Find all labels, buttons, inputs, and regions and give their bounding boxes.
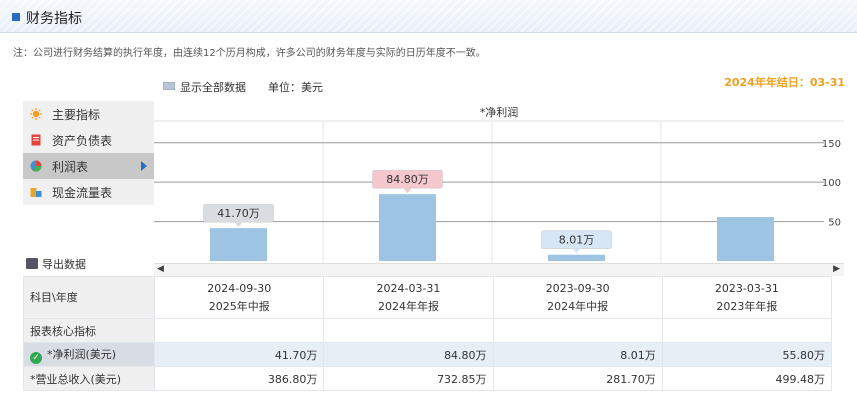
scroll-right-icon[interactable]: ▶ — [833, 264, 840, 274]
column-header: 2024-03-31 2024年年报 — [323, 276, 494, 319]
table-cell: 732.85万 — [323, 366, 494, 391]
page-title: 财务指标 — [26, 11, 82, 27]
scroll-left-icon[interactable]: ◀ — [157, 264, 164, 274]
y-tick-label: 100 — [822, 178, 841, 189]
table-cell: 8.01万 — [492, 342, 663, 367]
row-label[interactable]: ✓ *净利润(美元) — [22, 342, 156, 367]
chart-bar — [548, 254, 605, 261]
y-tick-label: 50 — [828, 218, 841, 229]
show-all-label[interactable]: 显示全部数据 — [180, 79, 246, 95]
sidebar-item-income-statement[interactable]: 利润表 — [23, 153, 154, 179]
title-bar: 财务指标 — [0, 0, 857, 33]
table-row[interactable]: ✓ *净利润(美元) 41.70万 84.80万 8.01万 55.80万 — [22, 342, 833, 367]
chart-title: *净利润 — [480, 105, 519, 119]
export-data-button[interactable]: 导出数据 — [26, 256, 86, 272]
section-label: 报表核心指标 — [22, 318, 156, 343]
export-icon — [26, 258, 38, 269]
title-marker-icon — [12, 13, 20, 21]
data-label: 41.70万 — [217, 207, 260, 220]
coins-icon — [30, 188, 42, 197]
chart-svg: *净利润 50 100 150 41.70万 84.80万 8.01万 — [154, 101, 844, 263]
statement-sidebar: 主要指标 资产负债表 利润表 现金流量表 — [23, 101, 154, 205]
table-cell: 41.70万 — [154, 342, 325, 367]
net-profit-chart: *净利润 50 100 150 41.70万 84.80万 8.01万 — [154, 101, 844, 263]
document-icon — [31, 134, 41, 146]
table-header-row: 科目\年度 2024-09-30 2025年中报 2024-03-31 2024年年… — [22, 276, 833, 319]
pie-chart-icon — [30, 160, 42, 172]
table-cell: 499.48万 — [661, 366, 833, 391]
sidebar-item-main-indicators[interactable]: 主要指标 — [23, 101, 154, 127]
section-row: 报表核心指标 — [22, 318, 833, 343]
column-header: 2023-09-30 2024年中报 — [492, 276, 663, 319]
table-cell: 55.80万 — [661, 342, 833, 367]
row-label[interactable]: *营业总收入(美元) — [22, 366, 156, 391]
chart-bar — [717, 217, 774, 261]
table-cell: 386.80万 — [154, 366, 325, 391]
fiscal-year-end-label: 2024年年结日：03-31 — [724, 76, 845, 89]
sidebar-item-cash-flow[interactable]: 现金流量表 — [23, 179, 154, 205]
financial-table: 科目\年度 2024-09-30 2025年中报 2024-03-31 2024年年… — [22, 276, 833, 391]
table-row[interactable]: *营业总收入(美元) 386.80万 732.85万 281.70万 499.4… — [22, 366, 833, 391]
column-header: 2023-03-31 2023年年报 — [661, 276, 833, 319]
check-icon: ✓ — [30, 351, 42, 364]
active-arrow-icon — [141, 161, 147, 171]
show-all-checkbox[interactable] — [163, 82, 175, 90]
sun-icon — [30, 108, 42, 120]
sidebar-item-balance-sheet[interactable]: 资产负债表 — [23, 127, 154, 153]
chart-bar — [210, 228, 267, 261]
y-tick-label: 150 — [822, 139, 841, 150]
table-cell: 281.70万 — [492, 366, 663, 391]
column-header: 2024-09-30 2025年中报 — [154, 276, 325, 319]
chart-bar — [379, 194, 436, 261]
unit-label: 单位：美元 — [268, 81, 323, 94]
table-cell: 84.80万 — [323, 342, 494, 367]
fiscal-year-note: 注：公司进行财务结算的执行年度，由连续12个历月构成，许多公司的财务年度与实际的… — [13, 48, 486, 59]
chart-horizontal-scrollbar[interactable]: ◀ ▶ — [154, 263, 844, 276]
data-label: 84.80万 — [386, 173, 429, 186]
chart-toolbar: 显示全部数据 单位：美元 2024年年结日：03-31 — [0, 76, 857, 98]
corner-label: 科目\年度 — [22, 276, 156, 319]
data-label: 8.01万 — [559, 234, 595, 247]
